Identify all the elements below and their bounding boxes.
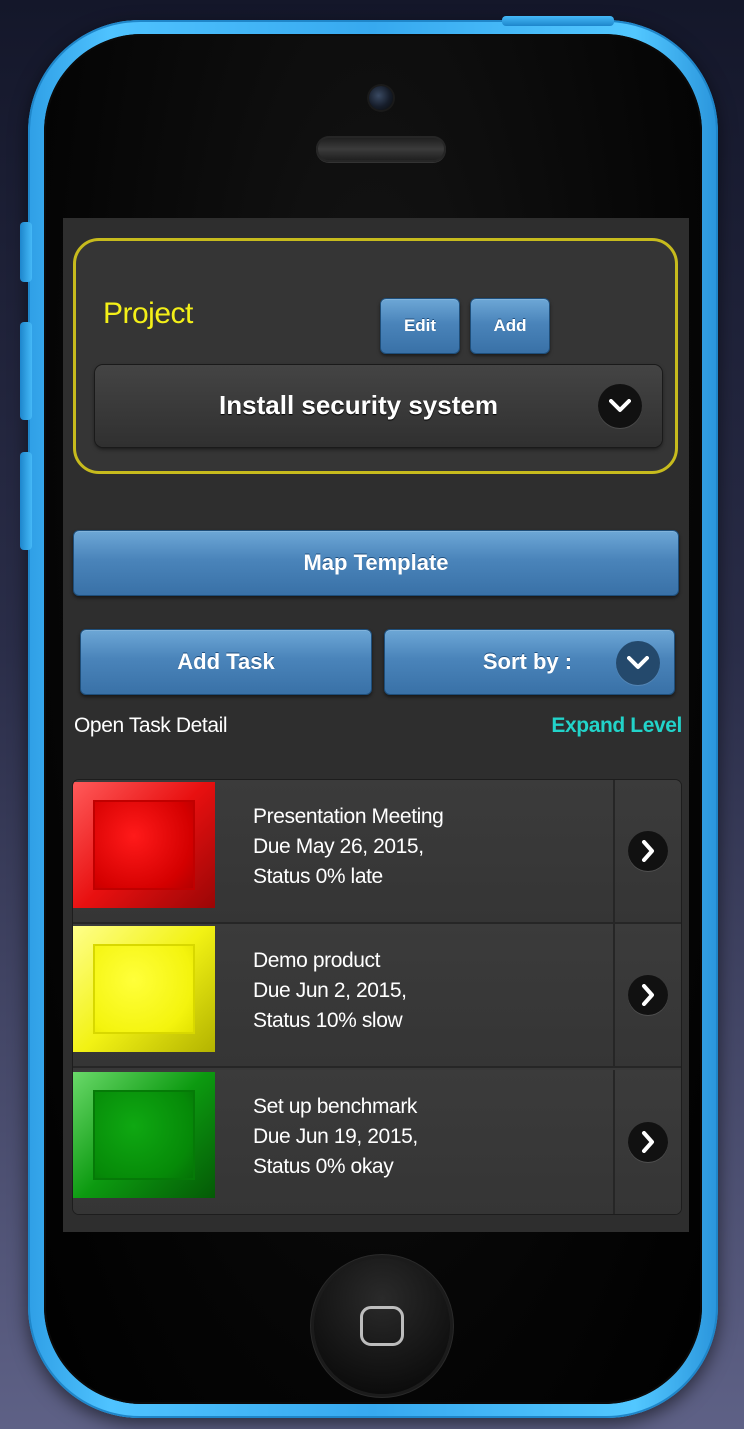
camera-icon [369, 86, 393, 110]
chevron-right-icon [628, 1122, 668, 1162]
task-list: Presentation Meeting Due May 26, 2015, S… [73, 780, 681, 1214]
app-screen: Project Edit Add Install security system… [63, 218, 689, 1232]
task-status: Status 10% slow [253, 1009, 403, 1032]
task-details: Set up benchmark Due Jun 19, 2015, Statu… [253, 1092, 418, 1182]
chevron-right-icon [628, 975, 668, 1015]
task-due: Due Jun 2, 2015, [253, 979, 407, 1002]
task-name: Presentation Meeting [253, 805, 444, 828]
project-title: Project [103, 297, 193, 330]
project-select[interactable]: Install security system [95, 365, 662, 447]
task-row[interactable]: Demo product Due Jun 2, 2015, Status 10%… [73, 924, 681, 1068]
task-details: Demo product Due Jun 2, 2015, Status 10%… [253, 946, 407, 1036]
task-details: Presentation Meeting Due May 26, 2015, S… [253, 802, 444, 892]
open-task-detail-link[interactable]: Open Task Detail [74, 714, 228, 738]
task-row[interactable]: Set up benchmark Due Jun 19, 2015, Statu… [73, 1070, 681, 1214]
status-indicator-green [73, 1072, 215, 1198]
home-square-icon [360, 1306, 404, 1346]
task-status: Status 0% late [253, 865, 383, 888]
edit-button[interactable]: Edit [380, 298, 460, 354]
add-button[interactable]: Add [470, 298, 550, 354]
task-row[interactable]: Presentation Meeting Due May 26, 2015, S… [73, 780, 681, 924]
phone-power-button [502, 16, 614, 26]
speaker-grille [316, 136, 446, 162]
phone-volume-down-button [20, 452, 32, 550]
task-open-button[interactable] [613, 924, 681, 1066]
task-name: Demo product [253, 949, 381, 972]
sort-by-select[interactable]: Sort by : [384, 629, 675, 695]
expand-level-link[interactable]: Expand Level [551, 714, 682, 738]
chevron-right-icon [628, 831, 668, 871]
project-panel: Project Edit Add Install security system [73, 238, 678, 474]
phone-volume-up-button [20, 322, 32, 420]
task-status: Status 0% okay [253, 1155, 394, 1178]
chevron-down-icon [598, 384, 642, 428]
project-select-value: Install security system [219, 390, 498, 420]
task-open-button[interactable] [613, 1070, 681, 1214]
status-indicator-yellow [73, 926, 215, 1052]
task-due: Due Jun 19, 2015, [253, 1125, 418, 1148]
task-open-button[interactable] [613, 780, 681, 922]
chevron-down-icon [616, 641, 660, 685]
phone-mute-switch [20, 222, 32, 282]
map-template-button[interactable]: Map Template [73, 530, 679, 596]
task-due: Due May 26, 2015, [253, 835, 424, 858]
task-name: Set up benchmark [253, 1095, 418, 1118]
home-button[interactable] [314, 1258, 450, 1394]
sort-by-label: Sort by : [482, 649, 573, 674]
status-indicator-red [73, 782, 215, 908]
add-task-button[interactable]: Add Task [80, 629, 372, 695]
